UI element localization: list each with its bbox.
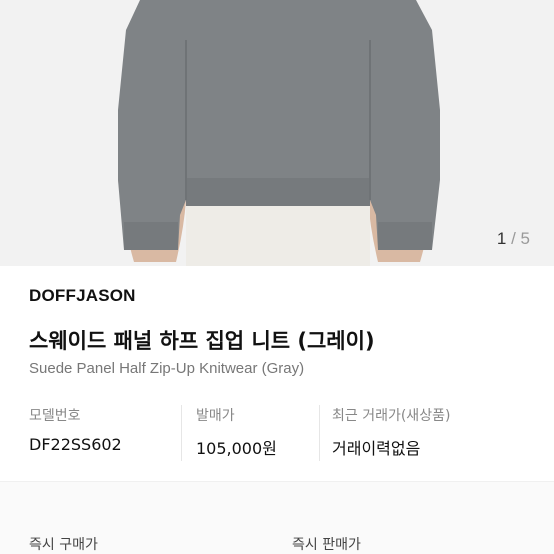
brand-name[interactable]: DOFFJASON: [29, 286, 136, 306]
spec-release-price: 발매가 105,000원: [181, 405, 277, 461]
spec-value: DF22SS602: [29, 435, 122, 454]
spec-label: 최근 거래가(새상품): [332, 408, 451, 424]
spec-label: 모델번호: [29, 408, 81, 424]
pager-total: 5: [520, 229, 530, 248]
image-pager: 1 / 5: [497, 229, 530, 249]
product-photo: [0, 0, 554, 266]
spec-label: 발매가: [196, 408, 235, 424]
spec-value: 거래이력없음: [332, 439, 421, 458]
instant-sell-price-label[interactable]: 즉시 판매가: [292, 534, 361, 554]
product-specs: 모델번호 DF22SS602 발매가 105,000원 최근 거래가(새상품) …: [0, 405, 554, 461]
spec-model-number: 모델번호 DF22SS602: [29, 405, 122, 461]
product-title-korean: 스웨이드 패널 하프 집업 니트 (그레이): [29, 329, 375, 353]
product-title-english: Suede Panel Half Zip-Up Knitwear (Gray): [29, 360, 305, 377]
pager-separator: /: [511, 229, 516, 248]
spec-value: 105,000원: [196, 439, 277, 458]
pager-current: 1: [496, 229, 507, 248]
spec-recent-trade-price: 최근 거래가(새상품) 거래이력없음: [319, 405, 450, 461]
product-image-gallery[interactable]: 1 / 5: [0, 0, 554, 266]
instant-buy-price-label[interactable]: 즉시 구매가: [29, 534, 98, 554]
